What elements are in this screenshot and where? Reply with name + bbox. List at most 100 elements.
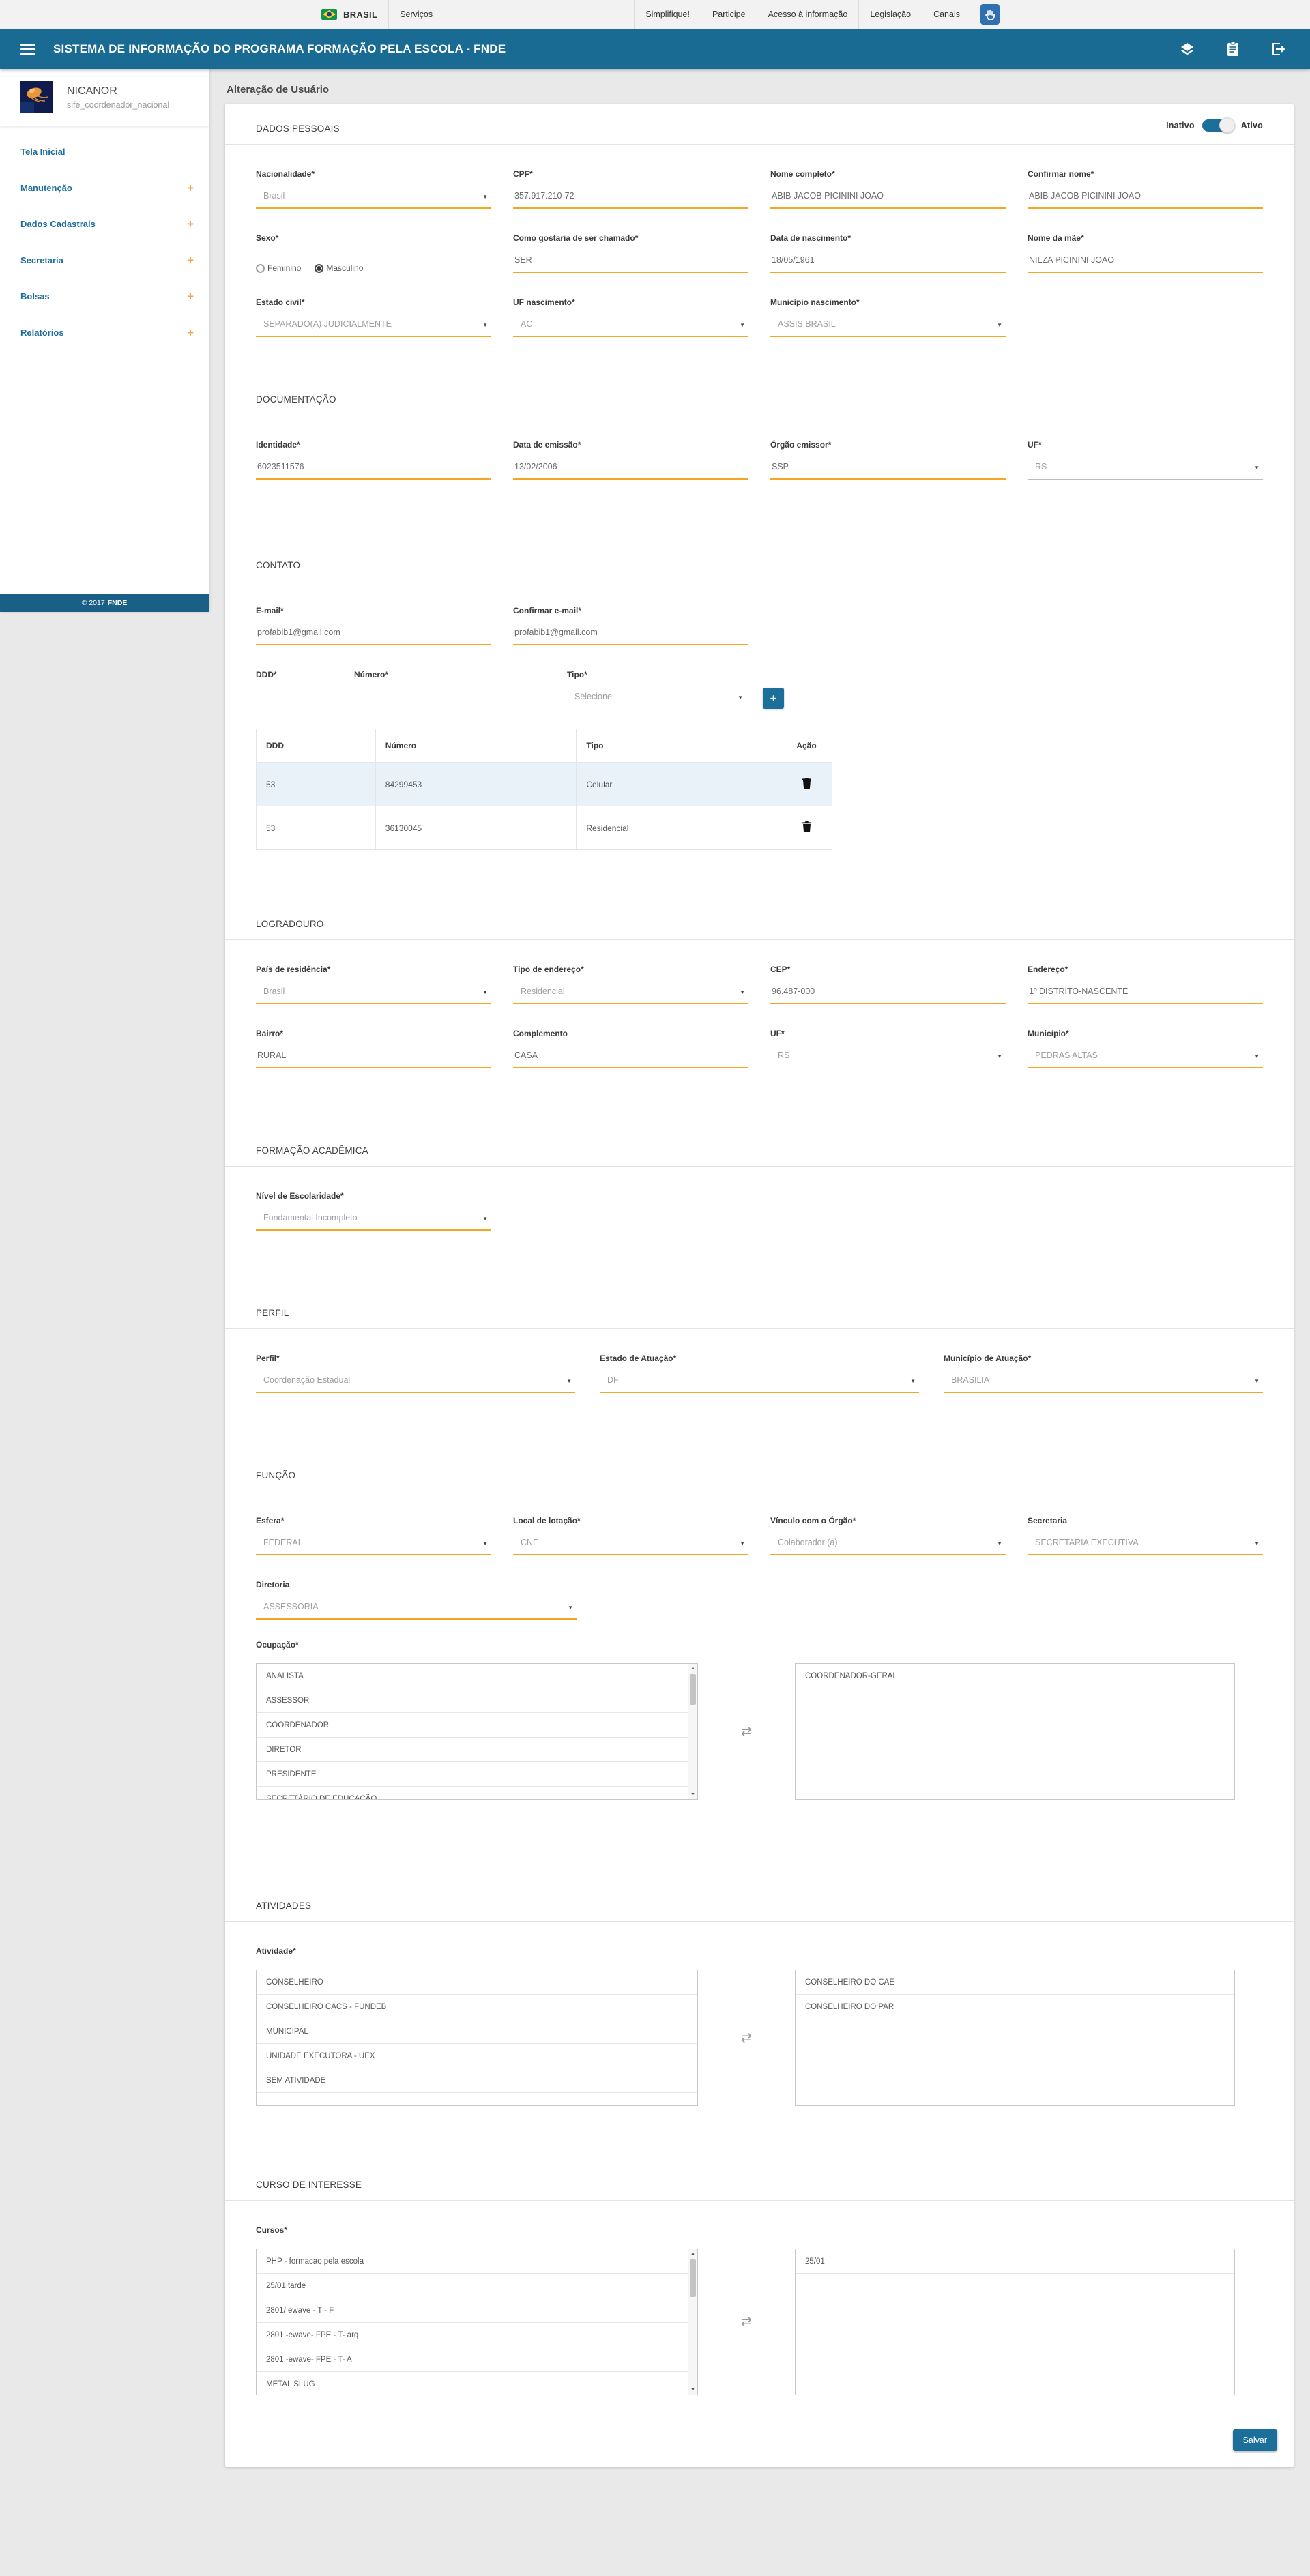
scroll-up-icon[interactable]: ▲ [688,1666,697,1671]
gov-brand[interactable]: BRASIL [310,0,388,29]
endereco-input[interactable]: 1º DISTRITO-NASCENTE [1028,985,1263,1004]
list-item[interactable]: METAL SLUG [257,2372,697,2395]
list-item[interactable]: CONSELHEIRO CACS - FUNDEB [257,1995,697,2019]
list-item[interactable]: DIRETOR [257,1738,697,1762]
transfer-arrows-icon[interactable]: ⇄ [741,2030,752,2046]
gov-link-participe[interactable]: Participe [701,0,757,29]
nome-completo-input[interactable]: ABIB JACOB PICININI JOAO [770,190,1006,209]
gov-link-acesso[interactable]: Acesso à informação [757,0,859,29]
transfer-arrows-icon[interactable]: ⇄ [741,2314,752,2330]
escolaridade-select[interactable]: Fundamental Incompleto▼ [256,1212,491,1231]
diretoria-select[interactable]: ASSESSORIA▼ [256,1600,577,1620]
expand-plus-icon[interactable]: + [187,257,194,264]
cep-input[interactable]: 96.487-000 [770,985,1006,1004]
list-item[interactable]: SECRETÁRIO DE EDUCAÇÃO [257,1787,697,1800]
confirmar-email-input[interactable]: profabib1@gmail.com [513,626,748,645]
list-item[interactable]: ASSESSOR [257,1688,697,1713]
list-item[interactable]: CONSELHEIRO DO PAR [796,1995,1234,2019]
list-item[interactable]: 2801/ ewave - T - F [257,2298,697,2323]
scrollbar-thumb[interactable] [690,1674,696,1705]
sidebar-item-bolsas[interactable]: Bolsas+ [0,278,209,314]
ddd-input[interactable] [256,690,324,709]
gov-link-servicos[interactable]: Serviços [388,0,443,29]
gov-link-simplifique[interactable]: Simplifique! [634,0,701,29]
delete-phone-icon[interactable] [802,778,811,791]
transfer-arrows-icon[interactable]: ⇄ [741,1724,752,1740]
list-item[interactable]: 25/01 [796,2249,1234,2274]
nome-mae-input[interactable]: NILZA PICININI JOAO [1028,254,1263,273]
fnde-link[interactable]: FNDE [108,599,128,607]
accessibility-vlibras-button[interactable] [980,4,1000,25]
sidebar-item-dados-cadastrais[interactable]: Dados Cadastrais+ [0,206,209,242]
tipo-telefone-select[interactable]: Selecione▼ [567,690,746,709]
sidebar-item-tela-inicial[interactable]: Tela Inicial [0,134,209,170]
municipio-atuacao-select[interactable]: BRASILIA▼ [944,1374,1263,1393]
scrollbar[interactable]: ▲▼ [688,1664,697,1799]
list-item[interactable]: 2801 -ewave- FPE - T- arq [257,2323,697,2347]
uf-documento-select[interactable]: RS▼ [1028,460,1263,480]
scroll-up-icon[interactable]: ▲ [688,2251,697,2256]
delete-phone-icon[interactable] [802,821,811,834]
vinculo-orgao-select[interactable]: Colaborador (a)▼ [770,1536,1006,1555]
tipo-endereco-select[interactable]: Residencial▼ [513,985,748,1004]
pais-residencia-select[interactable]: Brasil▼ [256,985,491,1004]
numero-input[interactable] [354,690,533,709]
expand-plus-icon[interactable]: + [187,185,194,192]
expand-plus-icon[interactable]: + [187,221,194,228]
expand-plus-icon[interactable]: + [187,293,194,300]
status-toggle[interactable] [1202,119,1234,132]
expand-plus-icon[interactable]: + [187,330,194,336]
radio-feminino[interactable]: Feminino [256,263,301,273]
estado-atuacao-select[interactable]: DF▼ [600,1374,919,1393]
municipio-nascimento-select[interactable]: ASSIS BRASIL▼ [770,318,1006,337]
list-item[interactable]: MUNICIPAL [257,2019,697,2044]
list-item[interactable]: PRESIDENTE [257,1762,697,1787]
orgao-emissor-input[interactable]: SSP [770,460,1006,480]
local-lotacao-select[interactable]: CNE▼ [513,1536,748,1555]
uf-nascimento-select[interactable]: AC▼ [513,318,748,337]
list-item[interactable]: 25/01 tarde [257,2274,697,2298]
menu-icon[interactable] [20,41,35,58]
logout-icon[interactable] [1270,41,1287,57]
list-item[interactable]: PHP - formacao pela escola [257,2249,697,2274]
sidebar-item-relatorios[interactable]: Relatórios+ [0,314,209,351]
list-item[interactable]: CONSELHEIRO DO CAE [796,1970,1234,1995]
bairro-input[interactable]: RURAL [256,1049,491,1068]
data-nascimento-input[interactable]: 18/05/1961 [770,254,1006,273]
municipio-endereco-select[interactable]: PEDRAS ALTAS▼ [1028,1049,1263,1068]
clipboard-icon[interactable] [1225,41,1240,57]
scroll-down-icon[interactable]: ▼ [688,1792,697,1797]
list-item[interactable]: UNIDADE EXECUTORA - UEX [257,2044,697,2068]
scrollbar-thumb[interactable] [690,2259,696,2297]
list-item[interactable]: 2801 -ewave- FPE - T- A [257,2347,697,2372]
list-item[interactable]: SEM ATIVIDADE [257,2068,697,2093]
save-button[interactable]: Salvar [1233,2429,1277,2451]
estado-civil-select[interactable]: SEPARADO(A) JUDICIALMENTE▼ [256,318,491,337]
identidade-input[interactable]: 6023511576 [256,460,491,480]
list-item[interactable]: CONSELHEIRO [257,1970,697,1995]
layers-icon[interactable] [1179,41,1195,57]
email-input[interactable]: profabib1@gmail.com [256,626,491,645]
como-chamado-input[interactable]: SER [513,254,748,273]
nacionalidade-select[interactable]: Brasil▼ [256,190,491,209]
list-item[interactable]: COORDENADOR [257,1713,697,1738]
cpf-input[interactable]: 357.917.210-72 [513,190,748,209]
sidebar-item-manutencao[interactable]: Manutenção+ [0,170,209,206]
data-emissao-input[interactable]: 13/02/2006 [513,460,748,480]
gov-link-canais[interactable]: Canais [922,0,971,29]
gov-link-legislacao[interactable]: Legislação [858,0,922,29]
secretaria-select[interactable]: SECRETARIA EXECUTIVA▼ [1028,1536,1263,1555]
perfil-select[interactable]: Coordenação Estadual▼ [256,1374,575,1393]
radio-masculino[interactable]: Masculino [315,263,363,273]
list-item[interactable]: COORDENADOR-GERAL [796,1664,1234,1688]
add-phone-button[interactable]: + [763,688,784,709]
esfera-select[interactable]: FEDERAL▼ [256,1536,491,1555]
list-item[interactable]: ANALISTA [257,1664,697,1688]
scroll-down-icon[interactable]: ▼ [688,2388,697,2392]
complemento-input[interactable]: CASA [513,1049,748,1068]
uf-endereco-select[interactable]: RS▼ [770,1049,1006,1068]
scrollbar[interactable]: ▲▼ [688,2249,697,2395]
confirmar-nome-input[interactable]: ABIB JACOB PICININI JOAO [1028,190,1263,209]
toggle-knob[interactable] [1219,117,1235,133]
sidebar-item-secretaria[interactable]: Secretaria+ [0,242,209,278]
